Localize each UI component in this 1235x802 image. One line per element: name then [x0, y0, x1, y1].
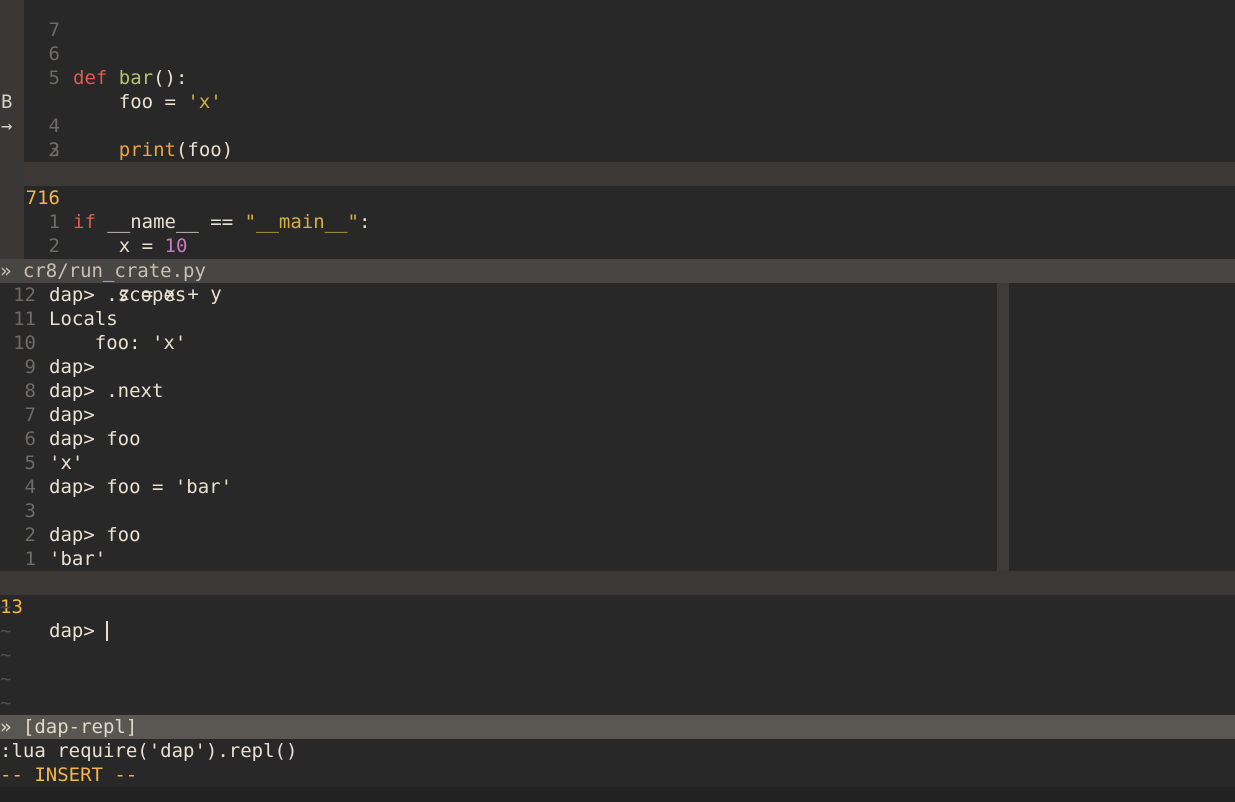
empty-line-marker: ~ — [0, 620, 12, 642]
line-number: 5 — [24, 452, 36, 474]
line-number: 3 — [24, 500, 36, 522]
repl-text: dap> foo = 'bar' — [49, 476, 233, 498]
empty-line-marker: ~ — [0, 644, 12, 666]
empty-line-marker: ~ — [0, 596, 12, 618]
line-number: 2 — [24, 524, 36, 546]
repl-line[interactable]: 11 Locals — [0, 307, 997, 331]
repl-line[interactable]: 1 'bar' — [0, 547, 997, 571]
code-line[interactable]: → 3 print(5) — [0, 90, 1235, 185]
repl-line[interactable]: 5 'x' — [0, 451, 997, 475]
text-cursor — [106, 621, 109, 641]
code-line[interactable]: 1 x = 10 — [0, 186, 1235, 257]
code-line[interactable]: 6 def bar(): — [0, 18, 1235, 89]
repl-text: dap> — [49, 404, 95, 426]
window-bottom-bar — [0, 787, 1235, 802]
mode-indicator: -- INSERT -- — [0, 764, 138, 786]
repl-scrollbar[interactable] — [997, 283, 1009, 571]
repl-input-line[interactable]: 13 dap> — [0, 571, 1235, 642]
code-line[interactable]: 3 z = x + y — [0, 234, 1235, 305]
repl-statusline[interactable]: » [dap-repl] — [0, 715, 1235, 739]
empty-line-marker: ~ — [0, 692, 12, 714]
line-number: 7 — [24, 404, 36, 426]
code-line[interactable]: 7 — [0, 0, 1235, 41]
repl-line[interactable]: 2 dap> foo — [0, 523, 997, 547]
code-line[interactable]: 2 y = 20 — [0, 210, 1235, 281]
line-number: 9 — [24, 356, 36, 378]
editor-pane[interactable]: 7 6 def bar(): 5 foo = 'x' B 4 print(foo… — [0, 0, 1235, 305]
empty-line-marker: ~ — [0, 668, 12, 690]
repl-text: dap> — [49, 356, 95, 378]
repl-line[interactable]: 3 — [0, 499, 997, 523]
line-number: 6 — [24, 428, 36, 450]
repl-line[interactable]: 9 dap> — [0, 355, 997, 379]
repl-text: foo: 'x' — [49, 332, 187, 354]
repl-text: dap> .scopes — [49, 284, 187, 306]
line-number: 12 — [13, 284, 36, 306]
repl-prompt[interactable]: dap> — [49, 619, 109, 643]
code-line[interactable]: 1 — [0, 138, 1235, 185]
repl-text: dap> .next — [49, 380, 164, 402]
repl-prompt-text: dap> — [49, 620, 107, 642]
line-number: 1 — [24, 548, 36, 570]
repl-text: Locals — [49, 308, 118, 330]
repl-line[interactable]: 10 foo: 'x' — [0, 331, 997, 355]
repl-text: dap> foo — [49, 428, 141, 450]
line-number: 4 — [24, 476, 36, 498]
repl-text: 'x' — [49, 452, 84, 474]
line-number: 8 — [24, 380, 36, 402]
repl-line[interactable]: 7 dap> — [0, 403, 997, 427]
line-number: 10 — [13, 332, 36, 354]
repl-line[interactable]: 12 dap> .scopes — [0, 283, 997, 307]
command-line[interactable]: :lua require('dap').repl() — [0, 739, 297, 763]
code-line[interactable]: 2 — [0, 114, 1235, 161]
repl-line[interactable]: 4 dap> foo = 'bar' — [0, 475, 997, 499]
code-line[interactable]: 5 foo = 'x' — [0, 42, 1235, 113]
line-number: 11 — [13, 308, 36, 330]
editor-statusline[interactable]: » cr8/run_crate.py — [0, 259, 1235, 283]
repl-text: dap> foo — [49, 524, 141, 546]
repl-text: 'bar' — [49, 548, 107, 570]
code-line[interactable]: B 4 print(foo) — [0, 66, 1235, 161]
repl-line[interactable]: 6 dap> foo — [0, 427, 997, 451]
code-line-current[interactable]: 716 if __name__ == "__main__": — [24, 162, 1235, 233]
repl-line[interactable]: 8 dap> .next — [0, 379, 997, 403]
